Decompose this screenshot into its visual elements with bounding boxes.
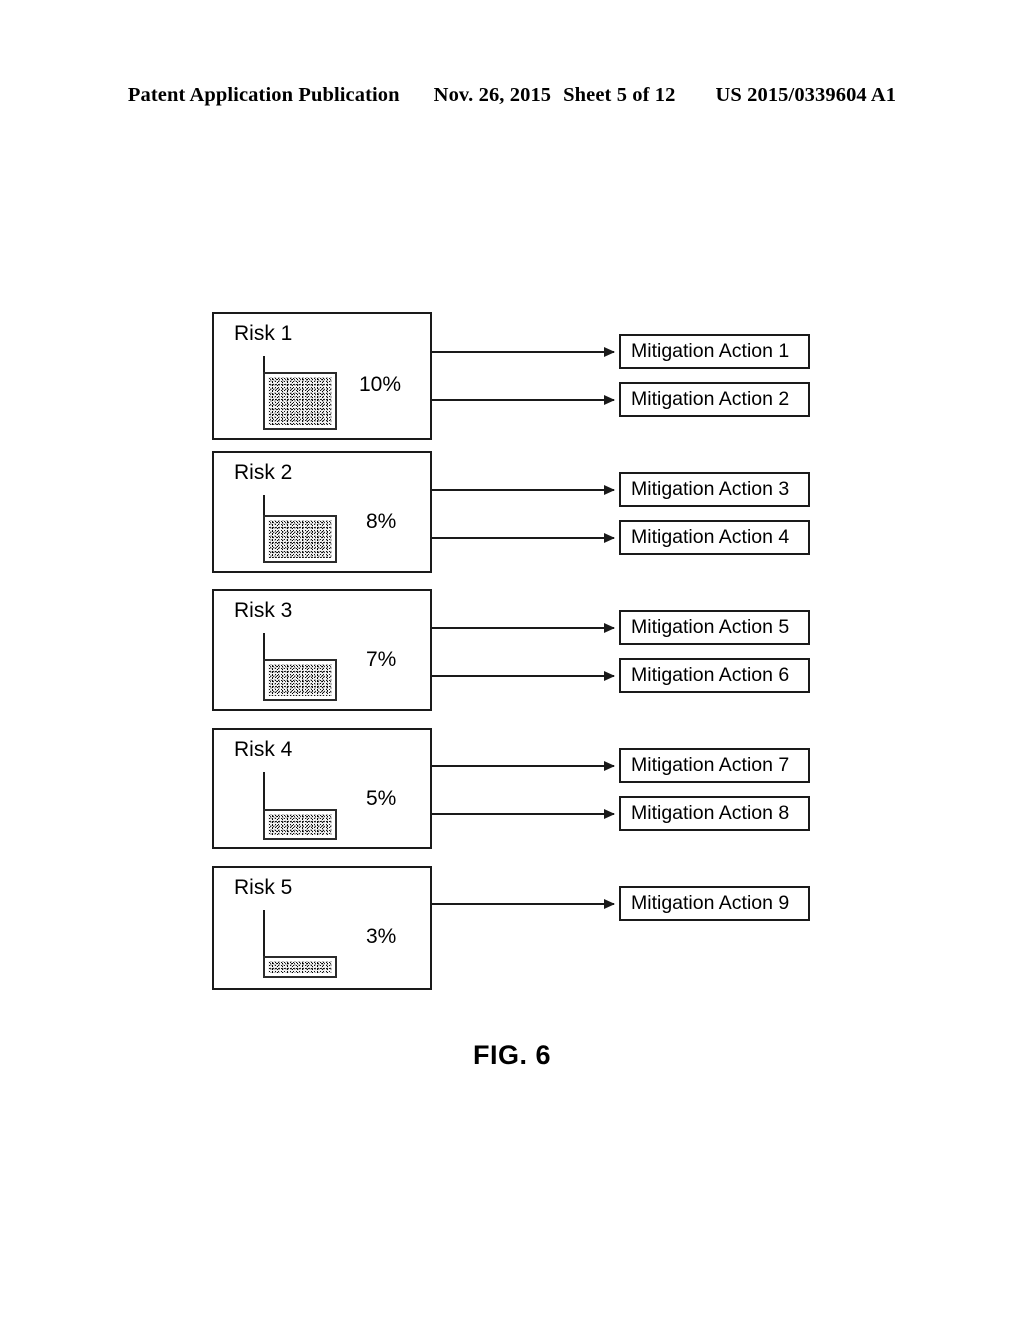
mitigation-box-4[interactable]: Mitigation Action 4: [619, 520, 810, 555]
mitigation-box-8[interactable]: Mitigation Action 8: [619, 796, 810, 831]
connector-risk5-to-mitigation9: [432, 899, 615, 909]
connector-risk2-to-mitigation4: [432, 533, 615, 543]
connector-risk3-to-mitigation6: [432, 671, 615, 681]
connector-risk1-to-mitigation2: [432, 395, 615, 405]
risk-bar-2: [263, 515, 337, 563]
mitigation-label-4: Mitigation Action 4: [631, 525, 790, 548]
figure-caption: FIG. 6: [472, 1040, 551, 1070]
risk-box-1[interactable]: Risk 1 10%: [212, 312, 432, 440]
risk-bar-fill-2: [268, 520, 332, 558]
connector-risk4-to-mitigation8: [432, 809, 615, 819]
mitigation-box-5[interactable]: Mitigation Action 5: [619, 610, 810, 645]
mitigation-box-7[interactable]: Mitigation Action 7: [619, 748, 810, 783]
risk-bar-fill-4: [268, 814, 332, 835]
risk-box-3[interactable]: Risk 3 7%: [212, 589, 432, 711]
mitigation-label-9: Mitigation Action 9: [631, 891, 790, 914]
mitigation-label-1: Mitigation Action 1: [631, 339, 790, 362]
risk-label-1: Risk 1: [234, 322, 293, 345]
mitigation-box-3[interactable]: Mitigation Action 3: [619, 472, 810, 507]
mitigation-label-7: Mitigation Action 7: [631, 753, 790, 776]
risk-label-2: Risk 2: [234, 461, 293, 484]
mitigation-box-9[interactable]: Mitigation Action 9: [619, 886, 810, 921]
risk-label-5: Risk 5: [234, 876, 293, 899]
risk-percent-3: 7%: [366, 648, 397, 671]
connector-risk2-to-mitigation3: [432, 485, 615, 495]
mitigation-label-2: Mitigation Action 2: [631, 387, 790, 410]
risk-bar-fill-1: [268, 377, 332, 425]
risk-percent-1: 10%: [359, 373, 402, 396]
risk-bar-fill-3: [268, 664, 332, 696]
risk-bar-3: [263, 659, 337, 701]
mitigation-label-5: Mitigation Action 5: [631, 615, 790, 638]
risk-bar-4: [263, 809, 337, 840]
connector-risk3-to-mitigation5: [432, 623, 615, 633]
risk-label-4: Risk 4: [234, 738, 293, 761]
risk-box-5[interactable]: Risk 5 3%: [212, 866, 432, 990]
risk-box-4[interactable]: Risk 4 5%: [212, 728, 432, 849]
risk-bar-5: [263, 956, 337, 978]
mitigation-label-8: Mitigation Action 8: [631, 801, 790, 824]
connector-risk1-to-mitigation1: [432, 347, 615, 357]
connector-risk4-to-mitigation7: [432, 761, 615, 771]
mitigation-box-1[interactable]: Mitigation Action 1: [619, 334, 810, 369]
risk-bar-1: [263, 372, 337, 430]
mitigation-box-6[interactable]: Mitigation Action 6: [619, 658, 810, 693]
risk-box-2[interactable]: Risk 2 8%: [212, 451, 432, 573]
risk-label-3: Risk 3: [234, 599, 293, 622]
mitigation-label-6: Mitigation Action 6: [631, 663, 790, 686]
mitigation-label-3: Mitigation Action 3: [631, 477, 790, 500]
risk-percent-4: 5%: [366, 787, 397, 810]
risk-percent-2: 8%: [366, 510, 397, 533]
figure-6-diagram: Risk 1 10% Risk 2 8% Risk 3 7% Risk 4 5%…: [0, 0, 1024, 1320]
risk-bar-fill-5: [268, 961, 332, 973]
mitigation-box-2[interactable]: Mitigation Action 2: [619, 382, 810, 417]
risk-percent-5: 3%: [366, 925, 397, 948]
